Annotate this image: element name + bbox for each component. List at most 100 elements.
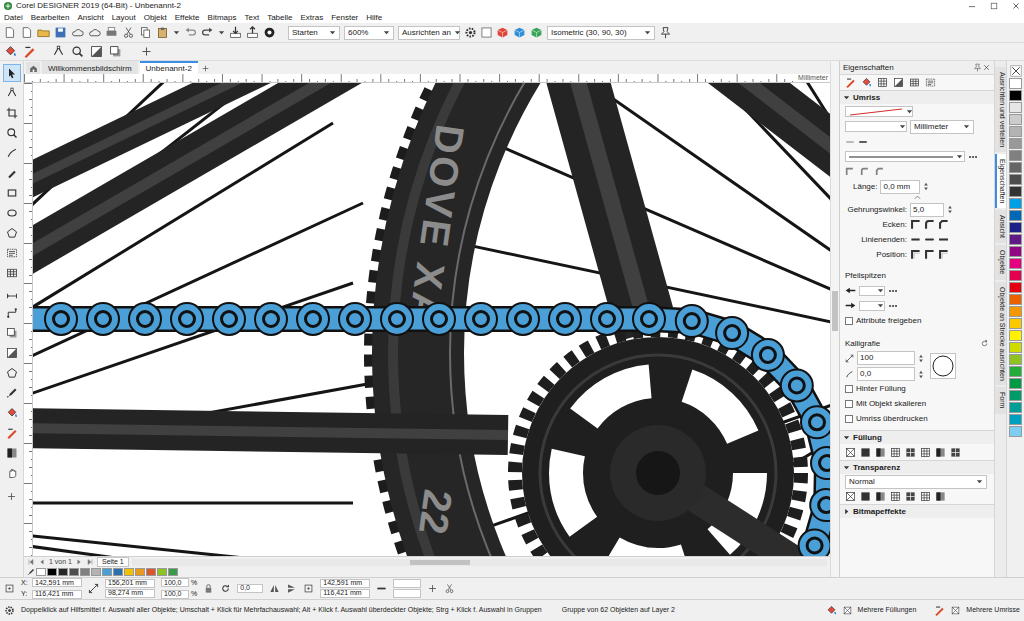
tool-button[interactable] [3,264,21,282]
section-title[interactable]: Füllung [853,432,882,444]
tool-button[interactable] [3,184,21,202]
cap-square-icon[interactable] [938,234,949,245]
section-header[interactable]: Transparenz [840,460,994,474]
menu-item[interactable]: Datei [4,12,23,24]
palette-swatch[interactable] [1009,390,1022,401]
drawing-area[interactable]: DOVE XA22 [33,83,830,556]
corner-round-icon[interactable] [924,219,935,230]
vector-icon[interactable] [890,491,901,502]
export-icon[interactable] [246,26,259,39]
snap-dropdown[interactable]: Ausrichten an [398,26,460,40]
eyedropper-icon[interactable] [27,568,35,576]
gradient-fill-icon[interactable] [875,447,886,458]
save-icon[interactable] [54,26,67,39]
snap-icon[interactable] [444,583,455,594]
top-view-icon[interactable] [513,26,526,39]
shadow-icon[interactable] [109,45,122,58]
tool-button[interactable] [3,444,21,462]
palette-swatch[interactable] [1009,210,1022,221]
redo-icon[interactable] [201,26,214,39]
corner-bevel-icon[interactable] [938,219,949,230]
open-icon[interactable] [37,26,50,39]
side-view-icon[interactable] [530,26,543,39]
docker-tab[interactable]: Eigenschaften [995,154,1006,208]
dropdown-arrow-icon[interactable] [963,123,970,130]
tab-label[interactable]: Unbenannt-2 [146,63,192,75]
import-icon[interactable] [229,26,242,39]
menu-item[interactable]: Tabelle [267,12,292,24]
palette-swatch[interactable] [1009,366,1022,377]
coordinate-field[interactable]: 156,201 mm [105,579,155,588]
field-value[interactable]: 156,201 mm [108,578,147,589]
scroll-thumb[interactable] [410,560,470,565]
paste-icon[interactable] [156,26,169,39]
palette-swatch[interactable] [1009,342,1022,353]
palette-swatch[interactable] [80,568,90,576]
close-icon[interactable] [1011,1,1021,11]
expand-arrow-icon[interactable] [843,94,850,101]
add-icon[interactable] [427,583,438,594]
horizontal-scrollbar[interactable] [132,559,827,566]
scroll-thumb[interactable] [832,291,838,331]
menu-item[interactable]: Extras [300,12,323,24]
coordinate-field[interactable]: 0,0 [237,584,263,593]
no-transparency-icon[interactable] [845,491,856,502]
cut-icon[interactable] [122,26,135,39]
palette-swatch[interactable] [36,568,46,576]
palette-swatch[interactable] [146,568,156,576]
coordinate-field[interactable] [393,589,421,598]
palette-swatch[interactable] [168,568,178,576]
palette-swatch[interactable] [91,568,101,576]
first-page-icon[interactable] [27,558,35,566]
more-icon[interactable] [888,303,898,309]
coordinate-field[interactable]: 100,0 [161,590,189,599]
cloud-icon[interactable] [71,26,84,39]
dropdown-arrow-icon[interactable] [329,29,336,36]
coordinate-field[interactable]: 142,591 mm [32,578,82,587]
tool-button[interactable] [3,224,21,242]
cap-round-icon[interactable] [924,234,935,245]
palette-swatch[interactable] [1009,102,1022,113]
cap-butt-icon[interactable] [910,234,921,245]
field-value[interactable]: 0,0 [240,583,250,594]
page-tab-label[interactable]: Seite 1 [102,557,124,568]
palette-swatch[interactable] [1009,318,1022,329]
publish-icon[interactable] [263,26,276,39]
previous-page-icon[interactable] [38,558,46,566]
palette-swatch[interactable] [1009,282,1022,293]
outline-width-icon[interactable] [376,583,387,594]
palette-swatch[interactable] [1009,114,1022,125]
maximize-icon[interactable] [989,1,999,11]
launch-dropdown[interactable]: Starten [288,26,340,40]
settings-icon[interactable] [4,605,15,616]
text-icon[interactable] [925,77,936,88]
more-icon[interactable] [968,154,978,160]
arrow-dropdown[interactable] [859,286,885,296]
outline-icon[interactable] [845,77,856,88]
dash-a-icon[interactable] [845,167,854,176]
angle-field[interactable]: 0,0 [857,367,915,381]
dropdown-arrow-icon[interactable] [218,29,225,36]
uniform-icon[interactable] [860,491,871,502]
vector-pattern-icon[interactable] [890,447,901,458]
outline-status-icon[interactable] [934,605,945,616]
checkbox-icon[interactable] [845,385,853,393]
coordinate-field[interactable]: 142,591 mm [320,579,370,588]
texture-icon[interactable] [935,447,946,458]
palette-swatch[interactable] [1009,414,1022,425]
uniform-fill-icon[interactable] [860,447,871,458]
front-view-icon[interactable] [496,26,509,39]
palette-swatch[interactable] [102,568,112,576]
palette-swatch[interactable] [1009,162,1022,173]
two-color-icon[interactable] [920,447,931,458]
projection-dropdown[interactable]: Isometric (30, 90, 30) [547,26,655,40]
expand-arrow-icon[interactable] [843,434,850,441]
transparency-icon[interactable] [90,45,103,58]
corner-miter-icon[interactable] [910,219,921,230]
new-from-template-icon[interactable] [20,26,33,39]
palette-swatch[interactable] [1009,186,1022,197]
outline-icon[interactable] [23,45,36,58]
last-page-icon[interactable] [86,558,94,566]
no-color-icon[interactable] [1010,65,1022,77]
dropdown-arrow-icon[interactable] [454,29,461,36]
